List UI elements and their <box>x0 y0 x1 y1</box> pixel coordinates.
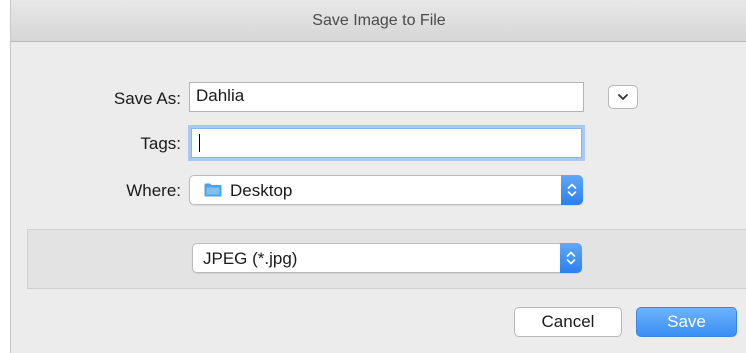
save-as-field[interactable]: Dahlia <box>189 82 584 112</box>
where-value: Desktop <box>230 181 293 200</box>
format-popup-arrows <box>560 243 582 273</box>
chevron-down-icon <box>618 94 628 100</box>
tags-label: Tags: <box>140 134 181 153</box>
where-popup-arrows <box>561 175 583 205</box>
up-down-chevron-icon <box>566 251 576 265</box>
save-dialog: Save Image to File Save As: Dahlia Tags:… <box>10 0 746 353</box>
format-value: JPEG (*.jpg) <box>203 249 298 268</box>
save-as-label: Save As: <box>113 89 181 108</box>
folder-icon <box>204 183 222 197</box>
text-caret <box>199 134 200 152</box>
expand-dialog-button[interactable] <box>608 85 638 109</box>
tags-field[interactable] <box>191 128 582 158</box>
where-popup[interactable]: Desktop <box>189 175 583 205</box>
cancel-button[interactable]: Cancel <box>514 307 622 337</box>
format-popup[interactable]: JPEG (*.jpg) <box>192 243 582 273</box>
up-down-chevron-icon <box>567 183 577 197</box>
where-label: Where: <box>126 181 181 200</box>
title-bar[interactable]: Save Image to File <box>11 0 746 42</box>
dialog-title: Save Image to File <box>312 12 446 29</box>
save-button[interactable]: Save <box>636 307 737 337</box>
